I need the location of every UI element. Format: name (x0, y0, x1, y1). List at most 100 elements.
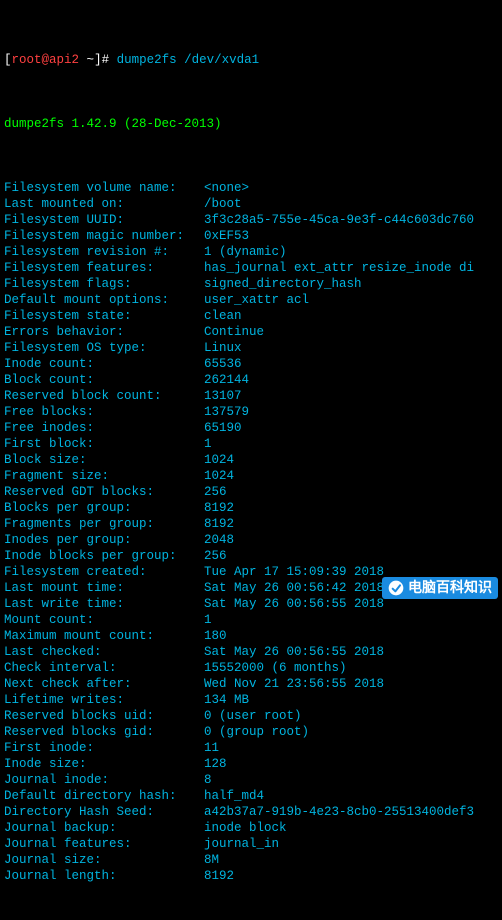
output-row: First inode:11 (4, 740, 498, 756)
row-label: Mount count: (4, 612, 204, 628)
row-label: Filesystem revision #: (4, 244, 204, 260)
output-row: Check interval:15552000 (6 months) (4, 660, 498, 676)
row-value: 0 (user root) (204, 708, 302, 724)
row-label: Inode size: (4, 756, 204, 772)
row-label: Fragments per group: (4, 516, 204, 532)
row-label: Free blocks: (4, 404, 204, 420)
row-label: Block count: (4, 372, 204, 388)
output-row: Inodes per group:2048 (4, 532, 498, 548)
row-label: Filesystem state: (4, 308, 204, 324)
row-value: 8192 (204, 500, 234, 516)
prompt-path: ~ (87, 52, 95, 68)
output-row: Default directory hash:half_md4 (4, 788, 498, 804)
prompt-line: [root@api2 ~]# dumpe2fs /dev/xvda1 (4, 52, 498, 68)
output-row: Filesystem features:has_journal ext_attr… (4, 260, 498, 276)
row-value: 1 (204, 436, 212, 452)
output-row: Directory Hash Seed:a42b37a7-919b-4e23-8… (4, 804, 498, 820)
row-label: Journal length: (4, 868, 204, 884)
output-row: Last mounted on:/boot (4, 196, 498, 212)
row-value: 1 (dynamic) (204, 244, 287, 260)
row-value: 256 (204, 548, 227, 564)
row-label: Default mount options: (4, 292, 204, 308)
row-value: 0xEF53 (204, 228, 249, 244)
row-label: Free inodes: (4, 420, 204, 436)
output-row: Fragment size:1024 (4, 468, 498, 484)
row-value: 8192 (204, 516, 234, 532)
row-value: 256 (204, 484, 227, 500)
row-value: Linux (204, 340, 242, 356)
output-row: Reserved blocks gid:0 (group root) (4, 724, 498, 740)
row-label: Reserved block count: (4, 388, 204, 404)
output-row: Filesystem revision #:1 (dynamic) (4, 244, 498, 260)
row-label: Journal size: (4, 852, 204, 868)
output-rows: Filesystem volume name:<none>Last mounte… (4, 180, 498, 884)
output-row: Inode size:128 (4, 756, 498, 772)
output-row: Journal backup:inode block (4, 820, 498, 836)
row-label: Last checked: (4, 644, 204, 660)
row-label: Filesystem OS type: (4, 340, 204, 356)
row-label: First block: (4, 436, 204, 452)
row-label: Inode blocks per group: (4, 548, 204, 564)
banner-line: dumpe2fs 1.42.9 (28-Dec-2013) (4, 116, 498, 132)
row-value: /boot (204, 196, 242, 212)
output-row: Blocks per group:8192 (4, 500, 498, 516)
row-label: Last write time: (4, 596, 204, 612)
output-row: Block count:262144 (4, 372, 498, 388)
row-value: 1024 (204, 468, 234, 484)
output-row: Reserved blocks uid:0 (user root) (4, 708, 498, 724)
output-row: Block size:1024 (4, 452, 498, 468)
row-value: <none> (204, 180, 249, 196)
row-label: Directory Hash Seed: (4, 804, 204, 820)
row-label: Reserved blocks gid: (4, 724, 204, 740)
output-row: Journal size:8M (4, 852, 498, 868)
output-row: Filesystem volume name:<none> (4, 180, 498, 196)
output-row: Maximum mount count:180 (4, 628, 498, 644)
output-row: Inode count:65536 (4, 356, 498, 372)
row-value: clean (204, 308, 242, 324)
terminal-output: [root@api2 ~]# dumpe2fs /dev/xvda1 dumpe… (4, 4, 498, 916)
row-value: 262144 (204, 372, 249, 388)
row-label: Lifetime writes: (4, 692, 204, 708)
row-value: Sat May 26 00:56:42 2018 (204, 580, 384, 596)
prompt-user-host: root@api2 (12, 52, 80, 68)
row-value: Tue Apr 17 15:09:39 2018 (204, 564, 384, 580)
row-value: 8M (204, 852, 219, 868)
output-row: Filesystem flags:signed_directory_hash (4, 276, 498, 292)
row-label: Last mount time: (4, 580, 204, 596)
row-label: Check interval: (4, 660, 204, 676)
row-value: inode block (204, 820, 287, 836)
output-row: Filesystem state:clean (4, 308, 498, 324)
output-row: Filesystem magic number:0xEF53 (4, 228, 498, 244)
output-row: Journal inode:8 (4, 772, 498, 788)
row-value: 1024 (204, 452, 234, 468)
row-label: Inodes per group: (4, 532, 204, 548)
output-row: Next check after:Wed Nov 21 23:56:55 201… (4, 676, 498, 692)
output-row: Reserved GDT blocks:256 (4, 484, 498, 500)
output-row: Mount count:1 (4, 612, 498, 628)
row-value: a42b37a7-919b-4e23-8cb0-25513400def3 (204, 804, 474, 820)
output-row: Free inodes:65190 (4, 420, 498, 436)
row-label: Maximum mount count: (4, 628, 204, 644)
output-row: Free blocks:137579 (4, 404, 498, 420)
row-value: Sat May 26 00:56:55 2018 (204, 644, 384, 660)
row-value: 137579 (204, 404, 249, 420)
row-value: 128 (204, 756, 227, 772)
row-label: Last mounted on: (4, 196, 204, 212)
prompt-open: [ (4, 52, 12, 68)
row-value: 8 (204, 772, 212, 788)
row-label: Journal backup: (4, 820, 204, 836)
row-label: First inode: (4, 740, 204, 756)
row-label: Errors behavior: (4, 324, 204, 340)
row-value: signed_directory_hash (204, 276, 362, 292)
output-row: Filesystem UUID:3f3c28a5-755e-45ca-9e3f-… (4, 212, 498, 228)
row-value: 13107 (204, 388, 242, 404)
row-value: 1 (204, 612, 212, 628)
row-label: Fragment size: (4, 468, 204, 484)
row-value: 180 (204, 628, 227, 644)
row-label: Filesystem flags: (4, 276, 204, 292)
row-value: Continue (204, 324, 264, 340)
row-label: Reserved GDT blocks: (4, 484, 204, 500)
row-value: 15552000 (6 months) (204, 660, 347, 676)
row-value: 3f3c28a5-755e-45ca-9e3f-c44c603dc760 (204, 212, 474, 228)
banner-text: dumpe2fs 1.42.9 (28-Dec-2013) (4, 116, 222, 132)
